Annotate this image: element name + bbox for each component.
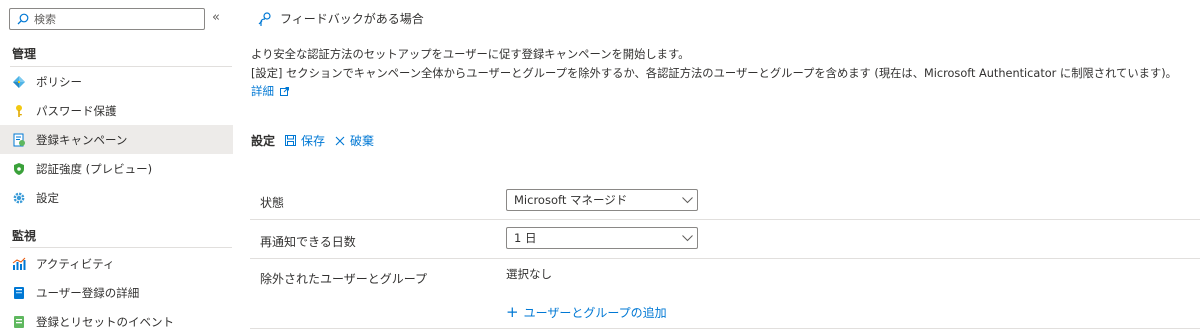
user-registration-details-icon: [12, 286, 26, 300]
learn-more-link[interactable]: 詳細: [251, 83, 289, 99]
feedback-label: フィードバックがある場合: [280, 12, 424, 26]
search-box[interactable]: [9, 8, 205, 30]
state-dropdown[interactable]: Microsoft マネージド: [506, 189, 698, 211]
events-icon: [12, 315, 26, 329]
feedback-link[interactable]: フィードバックがある場合: [258, 10, 424, 27]
sidebar-item-password-protection[interactable]: パスワード保護: [0, 96, 233, 125]
plus-icon: +: [506, 303, 519, 321]
snooze-dropdown-value: 1 日: [514, 231, 537, 245]
save-icon: [285, 135, 297, 146]
section-heading-manage: 管理: [12, 47, 37, 61]
state-label: 状態: [260, 196, 285, 210]
save-button[interactable]: 保存: [285, 132, 325, 149]
key-icon: [12, 104, 26, 118]
settings-row-snooze: 再通知できる日数 1 日: [250, 220, 1200, 259]
sidebar-item-label: パスワード保護: [36, 103, 117, 118]
registration-campaign-icon: [12, 133, 26, 147]
sidebar-item-label: アクティビティ: [36, 256, 115, 271]
sidebar-item-label: 登録キャンペーン: [36, 132, 128, 147]
main-content: フィードバックがある場合 より安全な認証方法のセットアップをユーザーに促す登録キ…: [250, 0, 1200, 333]
activity-chart-icon: [12, 257, 26, 271]
sidebar-item-label: 認証強度 (プレビュー): [36, 161, 153, 176]
discard-label: 破棄: [350, 134, 375, 148]
sidebar-item-label: ユーザー登録の詳細: [36, 285, 140, 300]
sidebar-item-authentication-strength[interactable]: 認証強度 (プレビュー): [0, 154, 233, 183]
feedback-icon: [258, 11, 274, 27]
sidebar-item-label: 登録とリセットのイベント: [36, 314, 174, 329]
learn-more-label: 詳細: [251, 84, 274, 98]
excluded-label: 除外されたユーザーとグループ: [260, 272, 428, 286]
description-line-1: より安全な認証方法のセットアップをユーザーに促す登録キャンペーンを開始します。: [251, 48, 690, 61]
sidebar-item-registration-reset-events[interactable]: 登録とリセットのイベント: [0, 307, 233, 333]
state-dropdown-value: Microsoft マネージド: [514, 193, 628, 207]
snooze-days-dropdown[interactable]: 1 日: [506, 227, 698, 249]
description-line-2: [設定] セクションでキャンペーン全体からユーザーとグループを除外するか、各認証…: [251, 67, 1177, 80]
search-input[interactable]: [30, 12, 190, 26]
sidebar-item-registration-campaign[interactable]: 登録キャンペーン: [0, 125, 233, 154]
sidebar-item-user-registration-details[interactable]: ユーザー登録の詳細: [0, 278, 233, 307]
collapse-sidebar-icon[interactable]: «: [212, 10, 220, 25]
snooze-label: 再通知できる日数: [260, 235, 356, 249]
policy-icon: [12, 75, 26, 89]
save-label: 保存: [301, 134, 326, 148]
divider: [10, 247, 232, 248]
sidebar-item-activity[interactable]: アクティビティ: [0, 249, 233, 278]
search-icon: [16, 12, 30, 26]
discard-button[interactable]: 破棄: [335, 132, 374, 149]
chevron-down-icon: [677, 234, 697, 242]
sidebar-item-settings[interactable]: 設定: [0, 183, 233, 212]
add-users-and-groups-link[interactable]: + ユーザーとグループの追加: [506, 304, 667, 321]
section-heading-monitor: 監視: [12, 229, 37, 243]
sidebar: « 管理 ポリシー パスワード保護 登録キャンペーン 認証強度 (プレビュー) …: [0, 0, 233, 333]
sidebar-item-label: 設定: [36, 190, 59, 205]
settings-row-excluded: 除外されたユーザーとグループ 選択なし: [250, 259, 1200, 329]
add-users-and-groups-label: ユーザーとグループの追加: [523, 306, 667, 320]
settings-title: 設定: [251, 134, 276, 148]
shield-icon: [12, 162, 26, 176]
close-icon: [335, 136, 345, 146]
settings-command-bar: 設定 保存 破棄: [251, 132, 384, 149]
sidebar-item-label: ポリシー: [36, 74, 82, 89]
sidebar-item-policies[interactable]: ポリシー: [0, 67, 233, 96]
external-link-icon: [280, 86, 289, 96]
chevron-down-icon: [677, 196, 697, 204]
settings-row-state: 状態 Microsoft マネージド: [250, 182, 1200, 220]
excluded-value: 選択なし: [506, 267, 552, 281]
gear-icon: [12, 191, 26, 205]
